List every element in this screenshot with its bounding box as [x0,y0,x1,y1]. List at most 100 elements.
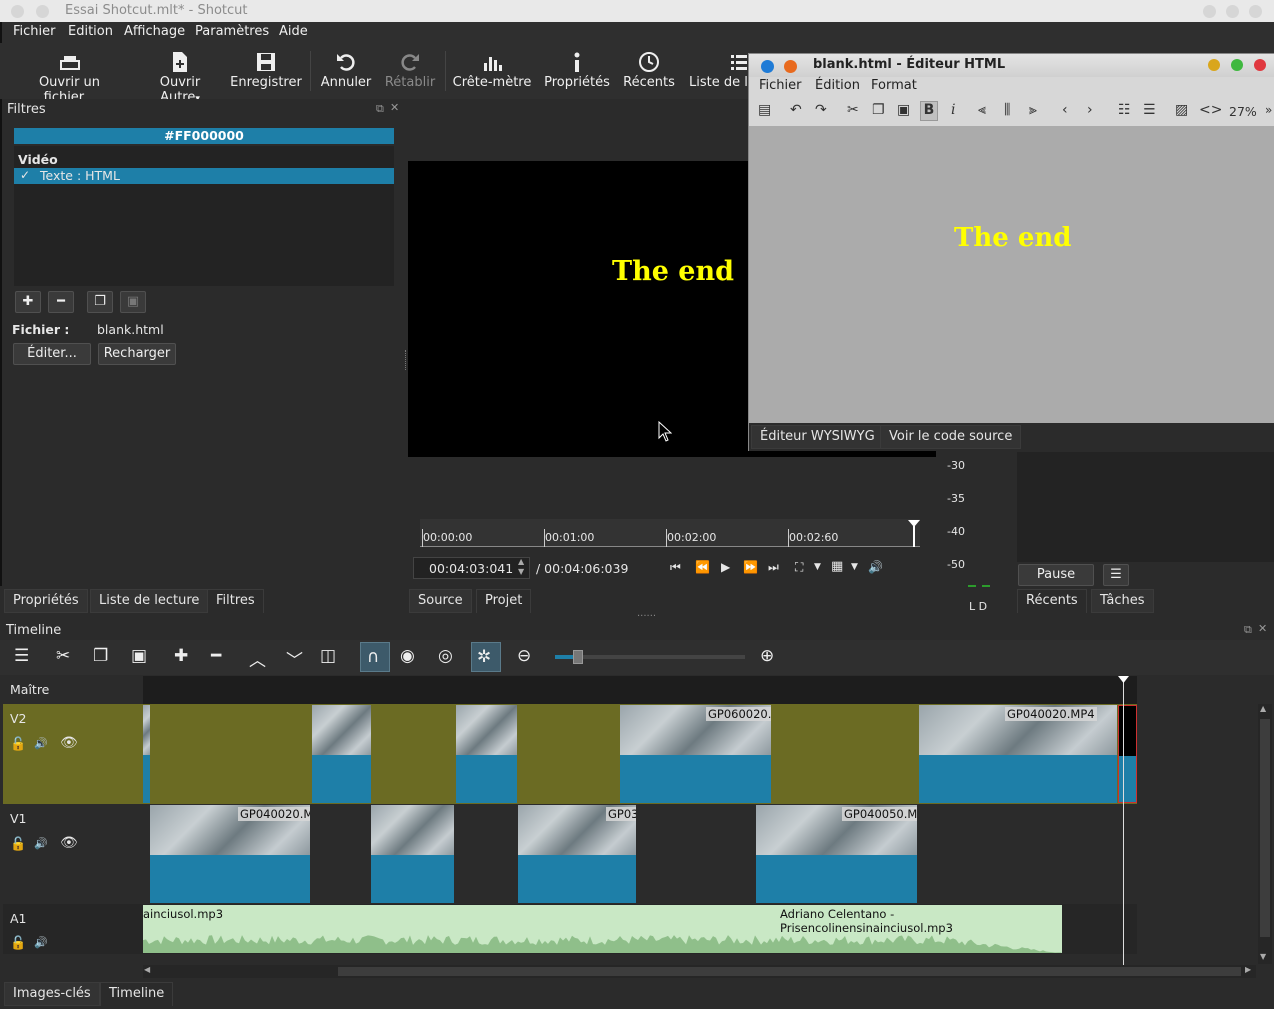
fast-forward-icon[interactable]: ⏩ [743,560,758,574]
snap-button[interactable]: ∩ [360,642,390,672]
track-v1[interactable]: GP040020.M GP03 GP040050.MI [143,804,1137,904]
float-icon[interactable]: ⧉ [376,102,384,116]
tab-properties[interactable]: Propriétés [4,589,88,613]
jobs-list[interactable] [1017,452,1274,562]
lock-icon[interactable]: 🔓 [10,837,26,852]
overwrite-icon[interactable]: ﹀ [286,646,303,671]
playhead-marker-icon[interactable] [1118,676,1129,684]
copy-filter-button[interactable]: ❐ [87,291,113,313]
win-btn-3[interactable] [1249,5,1262,18]
editor-dot-orange[interactable] [784,60,797,73]
timeline-close-icon[interactable]: ✕ [1258,622,1267,635]
zoom-slider-handle[interactable] [572,650,583,664]
editor-zoom[interactable]: 27% [1229,104,1257,119]
tab-source-code[interactable]: Voir le code source [880,425,1022,449]
checkbox-icon[interactable]: ✓ [20,168,30,182]
tab-playlist[interactable]: Liste de lecture [90,589,209,613]
skip-end-icon[interactable]: ⏭ [768,560,779,575]
clip[interactable] [371,805,454,903]
tab-project[interactable]: Projet [476,589,532,613]
zoom-out-icon[interactable]: ⊖ [517,646,531,666]
ripple-all-button[interactable]: ✲ [471,642,501,672]
clip[interactable] [312,705,371,803]
scroll-left-icon[interactable]: ◀ [144,965,150,974]
bold-icon[interactable]: B [920,101,938,121]
time-ruler[interactable]: 00:00:00 00:01:00 00:02:00 00:02:60 [420,519,920,547]
zoom-dropdown-icon[interactable]: ▼ [814,562,821,572]
clip[interactable] [143,705,150,803]
play-icon[interactable]: ▶ [721,560,730,574]
track-head-a1[interactable]: A1 🔓 🔊 [3,904,143,954]
wysiwyg-area[interactable]: The end [749,126,1274,423]
menu-affichage[interactable]: Affichage [124,24,185,39]
undo-button[interactable]: Annuler [318,49,374,90]
open-other-button[interactable]: Ouvrir Autre▾ [138,49,222,105]
align-right-icon[interactable]: ⫸ [1029,102,1037,118]
tab-filters[interactable]: Filtres [207,589,264,613]
timeline-playhead[interactable] [1123,676,1124,966]
editor-save-icon[interactable]: ▤ [758,102,771,118]
split-icon[interactable]: ◫ [320,646,336,666]
vertical-scrollbar[interactable]: ▲ ▼ [1258,704,1272,964]
audio-clip[interactable]: ainciusol.mp3 Adriano Celentano - Prisen… [143,905,1062,953]
recents-button[interactable]: Récents [621,49,677,90]
close-dot[interactable] [11,5,24,18]
spin-down-icon[interactable]: ▼ [518,567,524,576]
clip-gp040020-mp4[interactable]: GP040020.MP4 [919,705,1117,803]
zoom-slider[interactable] [555,650,745,664]
menu-fichier[interactable]: Fichier [13,24,56,39]
rewind-icon[interactable]: ⏪ [695,560,710,574]
menu-parametres[interactable]: Paramètres [195,24,269,39]
tab-wysiwyg[interactable]: Éditeur WYSIWYG [751,425,884,449]
scroll-up-icon[interactable]: ▲ [1260,704,1266,713]
grid-dropdown-icon[interactable]: ▼ [851,562,858,572]
win-btn-2[interactable] [1226,5,1239,18]
grid-icon[interactable]: ▦ [831,559,843,574]
editor-cut-icon[interactable]: ✂ [847,102,859,118]
volume-icon[interactable]: 🔊 [868,560,883,574]
redo-button[interactable]: Rétablir [382,49,438,90]
save-button[interactable]: Enregistrer [230,49,302,90]
scrub-icon[interactable]: ◉ [400,646,415,666]
cut-icon[interactable]: ✂ [56,646,70,666]
zoom-fit-icon[interactable]: ⛶ [795,560,803,575]
editor-paste-icon[interactable]: ▣ [897,102,910,118]
open-file-button[interactable]: Ouvrir un fichier... [12,49,127,105]
lock-icon[interactable]: 🔓 [10,737,26,752]
tab-keyframes[interactable]: Images-clés [4,982,100,1006]
numbered-list-icon[interactable]: ☷ [1118,102,1131,118]
lock-icon[interactable]: 🔓 [10,936,26,951]
horizontal-scroll-thumb[interactable] [338,967,1241,976]
tab-recents[interactable]: Récents [1017,589,1087,613]
win-btn-1[interactable] [1203,5,1216,18]
tab-jobs[interactable]: Tâches [1091,589,1154,613]
edit-button[interactable]: Éditer... [13,343,91,365]
editor-redo-icon[interactable]: ↷ [815,102,827,118]
close-panel-icon[interactable]: ✕ [390,101,399,114]
indent-icon[interactable]: › [1087,102,1093,118]
code-icon[interactable]: <> [1199,102,1222,118]
editor-menu-edition[interactable]: Édition [815,78,860,93]
eye-icon[interactable]: 👁 [60,835,78,851]
horizontal-scrollbar[interactable]: ◀ ▶ [143,965,1256,978]
remove-filter-button[interactable]: ━ [48,291,74,313]
playlist-button[interactable]: Liste de le [689,49,756,90]
tab-timeline[interactable]: Timeline [100,982,174,1006]
align-center-icon[interactable]: ⫼ [1004,102,1010,118]
editor-close[interactable] [1254,59,1266,71]
clip-gp060020[interactable]: GP060020.I [620,705,771,803]
copy-icon[interactable]: ❐ [93,646,108,666]
peak-meter-button[interactable]: Crête-mètre [452,49,532,90]
jobs-menu-button[interactable]: ☰ [1103,564,1129,586]
mute-icon[interactable]: 🔊 [34,737,48,750]
zoom-in-icon[interactable]: ⊕ [760,646,774,666]
editor-minimize[interactable] [1208,59,1220,71]
lift-icon[interactable]: ︿ [249,646,266,671]
append-icon[interactable]: ✚ [174,646,188,666]
playhead-icon[interactable] [907,519,921,547]
clip[interactable] [456,705,517,803]
track-v2[interactable]: GP060020.I GP040020.MP4 [143,704,1137,804]
eye-icon[interactable]: 👁 [60,735,78,751]
editor-maximize[interactable] [1231,59,1243,71]
bullet-list-icon[interactable]: ☰ [1143,102,1156,118]
